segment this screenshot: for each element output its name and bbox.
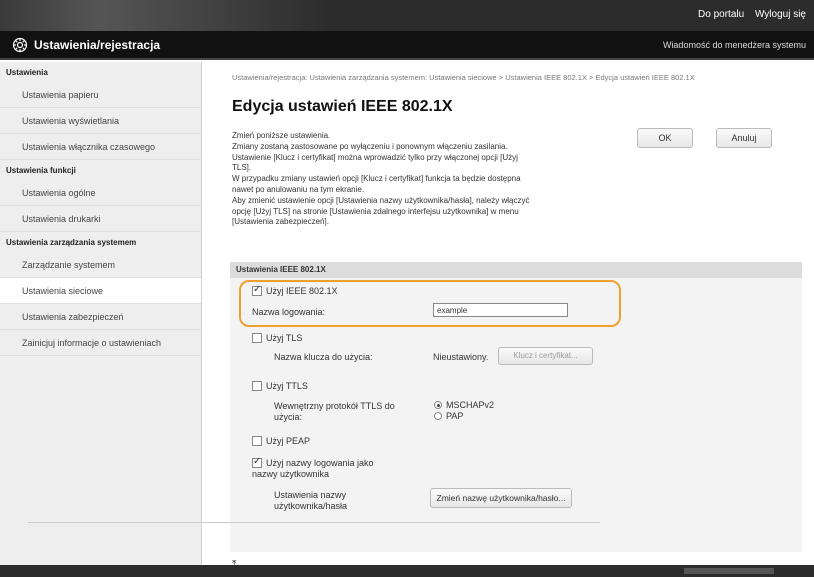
- use-ieee-checkbox[interactable]: [252, 284, 262, 296]
- page-title: Edycja ustawień IEEE 802.1X: [232, 98, 453, 115]
- system-message-link[interactable]: Wiadomość do menedżera systemu: [663, 40, 806, 50]
- ttls-option-pap-label: PAP: [446, 411, 464, 421]
- sidebar-item-system-management[interactable]: Zarządzanie systemem: [0, 252, 201, 278]
- use-peap-label: Użyj PEAP: [266, 436, 311, 446]
- sidebar-item-printer[interactable]: Ustawienia drukarki: [0, 206, 201, 232]
- sidebar-item-paper[interactable]: Ustawienia papieru: [0, 82, 201, 108]
- sidebar-item-network[interactable]: Ustawienia sieciowe: [0, 278, 201, 304]
- description-line: W przypadku zmiany ustawień opcji [Klucz…: [232, 174, 521, 184]
- divider: [28, 522, 600, 523]
- sidebar-section-system: Ustawienia zarządzania systemem: [6, 238, 137, 247]
- sidebar-item-display[interactable]: Ustawienia wyświetlania: [0, 108, 201, 134]
- use-login-as-user-label-line2: nazwy użytkownika: [252, 469, 330, 479]
- use-tls-label: Użyj TLS: [266, 333, 303, 343]
- ok-button[interactable]: OK: [637, 128, 693, 148]
- sidebar: Ustawienia Ustawienia papieru Ustawienia…: [0, 62, 202, 565]
- ttls-protocol-label-line2: użycia:: [274, 412, 303, 422]
- use-ttls-label: Użyj TTLS: [266, 381, 308, 391]
- use-ieee-label: Użyj IEEE 802.1X: [266, 286, 338, 296]
- blurred-area: [0, 0, 330, 31]
- description: Zmień poniższe ustawienia. Zmiany zostan…: [232, 131, 617, 228]
- section-title: Ustawienia IEEE 802.1X: [230, 262, 802, 278]
- key-name-label: Nazwa klucza do użycia:: [274, 352, 373, 362]
- ttls-protocol-label-line1: Wewnętrzny protokół TTLS do: [274, 401, 395, 411]
- sidebar-item-general[interactable]: Ustawienia ogólne: [0, 180, 201, 206]
- use-login-as-user-checkbox[interactable]: [252, 456, 262, 468]
- footer-blurred-text: [684, 568, 774, 574]
- user-settings-label-line2: użytkownika/hasła: [274, 501, 348, 511]
- use-peap-checkbox[interactable]: [252, 436, 262, 446]
- use-ttls-checkbox[interactable]: [252, 381, 262, 391]
- portal-link[interactable]: Do portalu: [698, 9, 744, 20]
- ttls-option-mschapv2-radio[interactable]: [434, 401, 442, 409]
- sidebar-item-timer[interactable]: Ustawienia włącznika czasowego: [0, 134, 201, 160]
- description-line: Aby zmienić ustawienie opcji [Ustawienia…: [232, 195, 530, 205]
- app-title: Ustawienia/rejestracja: [34, 38, 161, 52]
- description-line: Zmiany zostaną zastosowane po wyłączeniu…: [232, 141, 508, 151]
- top-links: Do portalu Wyloguj się: [690, 9, 806, 20]
- login-name-field[interactable]: [433, 303, 568, 317]
- description-line: [Ustawienia zabezpieczeń].: [232, 217, 329, 227]
- change-user-password-button[interactable]: Zmień nazwę użytkownika/hasło...: [430, 488, 572, 508]
- sidebar-item-initialize[interactable]: Zainicjuj informacje o ustawieniach: [0, 330, 201, 356]
- description-line: nawet po anulowaniu na tym ekranie.: [232, 184, 365, 194]
- sidebar-item-security[interactable]: Ustawienia zabezpieczeń: [0, 304, 201, 330]
- user-settings-label-line1: Ustawienia nazwy: [274, 490, 347, 500]
- sidebar-section-functions: Ustawienia funkcji: [6, 166, 76, 175]
- main-content: Ustawienia/rejestracja: Ustawienia zarzą…: [202, 62, 814, 570]
- use-tls-checkbox[interactable]: [252, 333, 262, 343]
- ttls-option-pap-radio[interactable]: [434, 412, 442, 420]
- logout-link[interactable]: Wyloguj się: [755, 9, 806, 20]
- login-name-label: Nazwa logowania:: [252, 307, 326, 317]
- description-line: opcję [Użyj TLS] na stronie [Ustawienia …: [232, 206, 519, 216]
- use-login-as-user-label-line1: Użyj nazwy logowania jako: [266, 458, 374, 468]
- settings-gear-icon: [12, 37, 28, 53]
- sidebar-section-settings: Ustawienia: [6, 68, 48, 77]
- ieee-settings-section: Ustawienia IEEE 802.1X Użyj IEEE 802.1X …: [230, 262, 802, 552]
- description-line: Ustawienie [Klucz i certyfikat] można wp…: [232, 152, 518, 162]
- key-certificate-button[interactable]: Klucz i certyfikat...: [498, 347, 593, 365]
- ttls-option-mschapv2-label: MSCHAPv2: [446, 400, 495, 410]
- description-line: Zmień poniższe ustawienia.: [232, 131, 331, 140]
- description-line: TLS].: [232, 163, 252, 173]
- footer-bar: [0, 565, 814, 577]
- top-bar: Do portalu Wyloguj się: [0, 0, 814, 31]
- key-name-value: Nieustawiony.: [433, 352, 489, 362]
- cancel-button[interactable]: Anuluj: [716, 128, 772, 148]
- breadcrumb: Ustawienia/rejestracja: Ustawienia zarzą…: [232, 73, 695, 82]
- title-bar: Ustawienia/rejestracja Wiadomość do mene…: [0, 31, 814, 60]
